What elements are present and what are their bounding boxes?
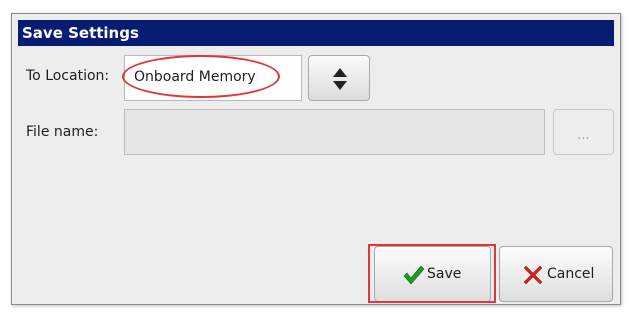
- browse-button[interactable]: ...: [553, 109, 614, 155]
- cancel-button-label: Cancel: [547, 266, 595, 282]
- file-name-label: File name:: [26, 124, 99, 140]
- save-button-label: Save: [427, 266, 462, 282]
- save-button[interactable]: Save: [374, 246, 491, 302]
- checkmark-icon: [403, 265, 425, 285]
- save-settings-dialog: Save Settings To Location: Onboard Memor…: [11, 13, 621, 305]
- to-location-label: To Location:: [26, 68, 110, 84]
- location-value: Onboard Memory: [134, 69, 256, 85]
- location-select[interactable]: Onboard Memory: [124, 55, 302, 101]
- cancel-button[interactable]: Cancel: [499, 246, 613, 302]
- location-spin-button[interactable]: [308, 55, 370, 101]
- x-mark-icon: [523, 265, 543, 285]
- file-name-input[interactable]: [124, 109, 545, 155]
- dialog-title: Save Settings: [18, 20, 614, 46]
- up-down-arrows-icon: [333, 68, 347, 90]
